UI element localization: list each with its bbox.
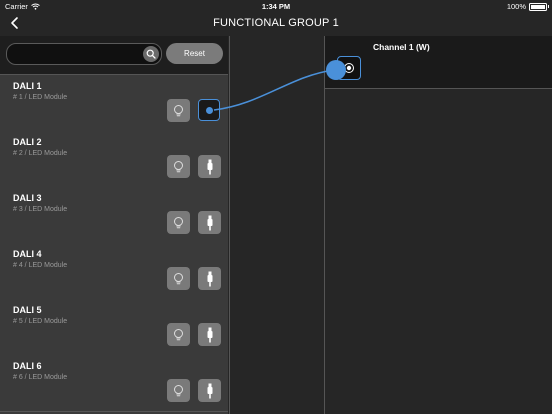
target-icon <box>344 63 354 73</box>
search-icon <box>146 49 156 59</box>
connector-button[interactable] <box>198 323 221 346</box>
connector-button[interactable] <box>198 211 221 234</box>
identify-button[interactable] <box>167 99 190 122</box>
connector-dot <box>205 106 213 114</box>
connector-button[interactable] <box>198 99 220 121</box>
battery-percent: 100% <box>506 2 526 11</box>
device-row[interactable]: DALI 4 # 4 / LED Module <box>0 243 228 300</box>
connector-button[interactable] <box>198 267 221 290</box>
navigation-bar: FUNCTIONAL GROUP 1 <box>0 12 552 36</box>
search-row: Reset <box>0 36 228 75</box>
wiring-area <box>229 36 325 414</box>
identify-button[interactable] <box>167 379 190 402</box>
bulb-icon <box>174 104 183 116</box>
page-title: FUNCTIONAL GROUP 1 <box>213 17 339 29</box>
cable-icon <box>207 159 212 174</box>
identify-button[interactable] <box>167 267 190 290</box>
cable-icon <box>207 383 212 398</box>
device-row[interactable]: DALI 3 # 3 / LED Module <box>0 187 228 244</box>
connector-button[interactable] <box>198 379 221 402</box>
channel-card[interactable]: Channel 1 (W) <box>325 36 552 89</box>
device-name: DALI 5 <box>13 305 42 315</box>
device-subtitle: # 5 / LED Module <box>13 318 68 325</box>
bulb-icon <box>174 160 183 172</box>
cable-icon <box>207 271 212 286</box>
bulb-icon <box>174 272 183 284</box>
device-name: DALI 6 <box>13 361 42 371</box>
connector-button[interactable] <box>198 155 221 178</box>
search-input[interactable] <box>15 46 139 63</box>
search-button[interactable] <box>143 46 159 62</box>
cable-icon <box>207 215 212 230</box>
device-name: DALI 1 <box>13 81 42 91</box>
device-subtitle: # 3 / LED Module <box>13 206 68 213</box>
clock: 1:34 PM <box>261 2 291 11</box>
device-subtitle: # 4 / LED Module <box>13 262 68 269</box>
bulb-icon <box>174 216 183 228</box>
identify-button[interactable] <box>167 155 190 178</box>
device-row[interactable]: DALI 5 # 5 / LED Module <box>0 299 228 356</box>
device-subtitle: # 6 / LED Module <box>13 374 68 381</box>
channel-panel: Channel 1 (W) <box>324 36 552 414</box>
device-subtitle: # 1 / LED Module <box>13 94 68 101</box>
reset-button[interactable]: Reset <box>166 43 223 64</box>
device-name: DALI 2 <box>13 137 42 147</box>
battery-icon <box>529 2 549 11</box>
device-row[interactable]: DALI 6 # 6 / LED Module <box>0 355 228 412</box>
device-list-panel: Reset DALI 1 # 1 / LED Module DALI 2 # 2… <box>0 36 228 414</box>
channel-connector-button[interactable] <box>337 56 361 80</box>
device-name: DALI 3 <box>13 193 42 203</box>
search-field[interactable] <box>6 43 162 65</box>
identify-button[interactable] <box>167 211 190 234</box>
device-subtitle: # 2 / LED Module <box>13 150 68 157</box>
device-name: DALI 4 <box>13 249 42 259</box>
status-bar: Carrier 1:34 PM 100% <box>0 0 552 12</box>
channel-name: Channel 1 (W) <box>373 42 430 52</box>
bulb-icon <box>174 328 183 340</box>
device-row[interactable]: DALI 2 # 2 / LED Module <box>0 131 228 188</box>
bulb-icon <box>174 384 183 396</box>
cable-icon <box>207 327 212 342</box>
device-row[interactable]: DALI 1 # 1 / LED Module <box>0 75 228 132</box>
battery-info: 100% <box>506 2 549 11</box>
identify-button[interactable] <box>167 323 190 346</box>
